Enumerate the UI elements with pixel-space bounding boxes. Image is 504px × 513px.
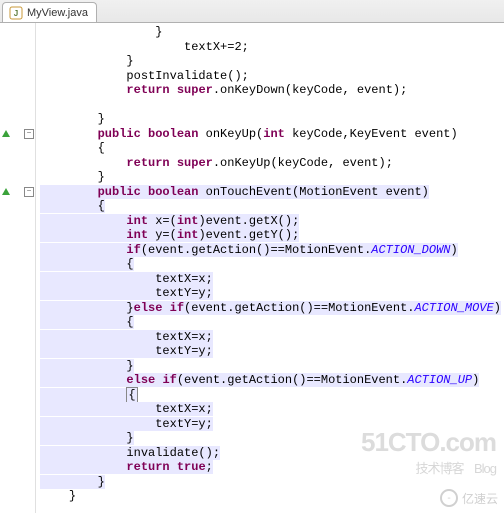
code-line[interactable]: } (40, 359, 504, 374)
code-line[interactable]: }else if(event.getAction()==MotionEvent.… (40, 301, 504, 316)
override-marker[interactable]: − (0, 185, 36, 199)
editor: − − } textX+=2; } postInvalidate(); retu… (0, 23, 504, 513)
code-line[interactable]: } (40, 489, 504, 504)
code-line[interactable]: textY=y; (40, 417, 504, 432)
code-line[interactable]: { (40, 199, 504, 214)
fold-toggle-icon[interactable]: − (24, 187, 34, 197)
code-line[interactable] (40, 98, 504, 113)
code-line[interactable]: } (40, 475, 504, 490)
code-line[interactable]: textY=y; (40, 286, 504, 301)
code-line[interactable]: if(event.getAction()==MotionEvent.ACTION… (40, 243, 504, 258)
override-triangle-icon (2, 188, 10, 195)
code-line[interactable]: } (40, 54, 504, 69)
override-marker[interactable]: − (0, 127, 36, 141)
code-line[interactable]: { (40, 141, 504, 156)
code-line[interactable]: textX=x; (40, 272, 504, 287)
fold-toggle-icon[interactable]: − (24, 129, 34, 139)
code-line[interactable]: textX=x; (40, 330, 504, 345)
code-line[interactable]: { (40, 315, 504, 330)
code-line[interactable]: } (40, 25, 504, 40)
code-line[interactable]: { (40, 388, 504, 403)
code-line[interactable]: public boolean onTouchEvent(MotionEvent … (40, 185, 504, 200)
code-line[interactable]: invalidate(); (40, 446, 504, 461)
code-line[interactable]: int y=(int)event.getY(); (40, 228, 504, 243)
code-line[interactable]: return super.onKeyUp(keyCode, event); (40, 156, 504, 171)
svg-text:J: J (14, 9, 18, 18)
code-line[interactable]: textY=y; (40, 344, 504, 359)
code-line[interactable]: } (40, 170, 504, 185)
override-triangle-icon (2, 130, 10, 137)
code-line[interactable]: return true; (40, 460, 504, 475)
code-line[interactable]: textX=x; (40, 402, 504, 417)
code-line[interactable]: { (40, 257, 504, 272)
code-area[interactable]: } textX+=2; } postInvalidate(); return s… (36, 23, 504, 513)
code-line[interactable]: public boolean onKeyUp(int keyCode,KeyEv… (40, 127, 504, 142)
code-line[interactable]: int x=(int)event.getX(); (40, 214, 504, 229)
code-line[interactable]: postInvalidate(); (40, 69, 504, 84)
gutter[interactable]: − − (0, 23, 36, 513)
java-file-icon: J (9, 6, 23, 20)
tab-bar: J MyView.java (0, 0, 504, 23)
code-line[interactable]: return super.onKeyDown(keyCode, event); (40, 83, 504, 98)
editor-tab[interactable]: J MyView.java (2, 2, 97, 22)
code-line[interactable]: else if(event.getAction()==MotionEvent.A… (40, 373, 504, 388)
code-line[interactable]: } (40, 431, 504, 446)
code-line[interactable]: textX+=2; (40, 40, 504, 55)
tab-title: MyView.java (27, 7, 88, 19)
code-line[interactable]: } (40, 112, 504, 127)
